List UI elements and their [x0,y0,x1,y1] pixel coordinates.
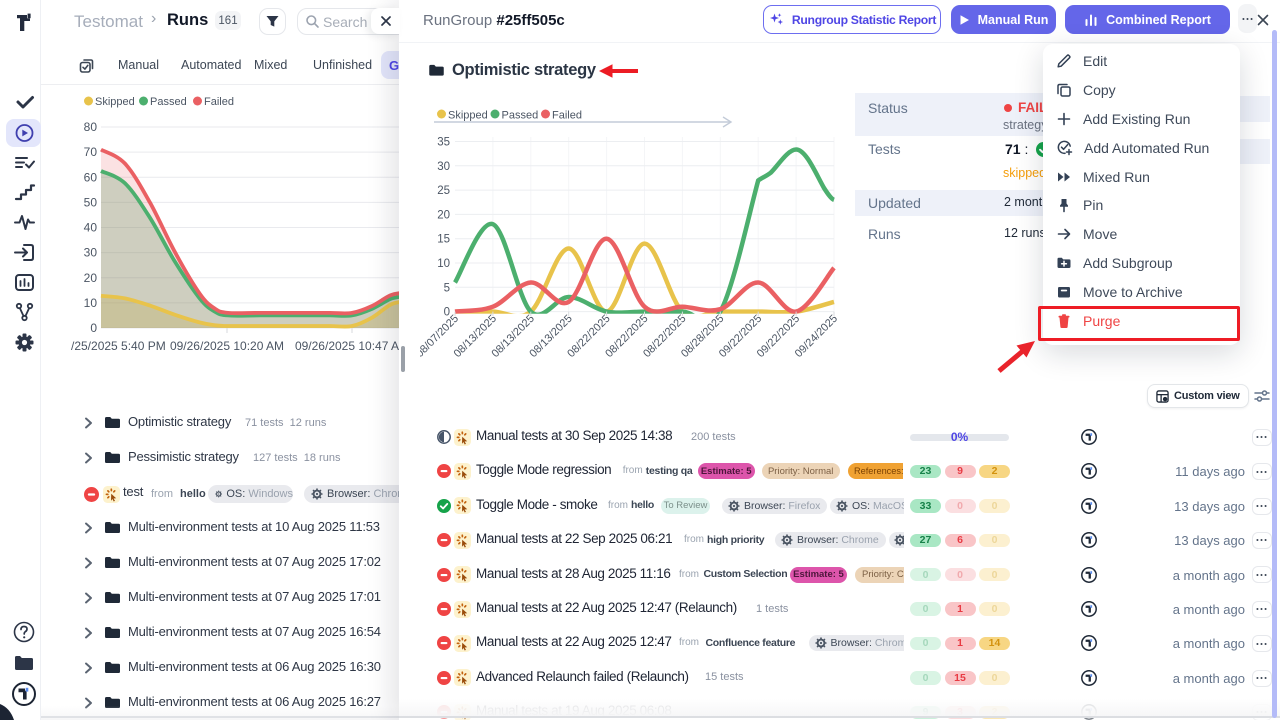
svg-text:Failed: Failed [204,96,234,108]
svg-text:Passed: Passed [502,110,539,122]
svg-text:20: 20 [437,209,450,221]
svg-text:30: 30 [84,246,98,260]
svg-text:35: 35 [437,137,450,149]
svg-text:80: 80 [84,120,98,134]
svg-text:0: 0 [90,321,97,335]
svg-text:09/26/2025 10:20 AM: 09/26/2025 10:20 AM [170,339,284,353]
svg-text:Skipped: Skipped [448,110,488,122]
svg-text:Skipped: Skipped [95,96,135,108]
svg-text:5: 5 [444,282,450,294]
svg-text:Failed: Failed [552,110,582,122]
svg-text:60: 60 [84,170,98,184]
svg-text:/25/2025 5:40 PM: /25/2025 5:40 PM [71,339,166,353]
svg-text:70: 70 [84,145,98,159]
svg-text:40: 40 [84,221,98,235]
svg-text:50: 50 [84,195,98,209]
svg-text:15: 15 [437,234,450,246]
svg-text:10: 10 [437,258,450,270]
svg-text:09/26/2025 10:47 AM: 09/26/2025 10:47 AM [295,339,405,353]
svg-text:25: 25 [437,185,450,197]
svg-text:Passed: Passed [150,96,187,108]
svg-text:20: 20 [84,271,98,285]
svg-text:30: 30 [437,161,450,173]
svg-text:10: 10 [84,296,98,310]
